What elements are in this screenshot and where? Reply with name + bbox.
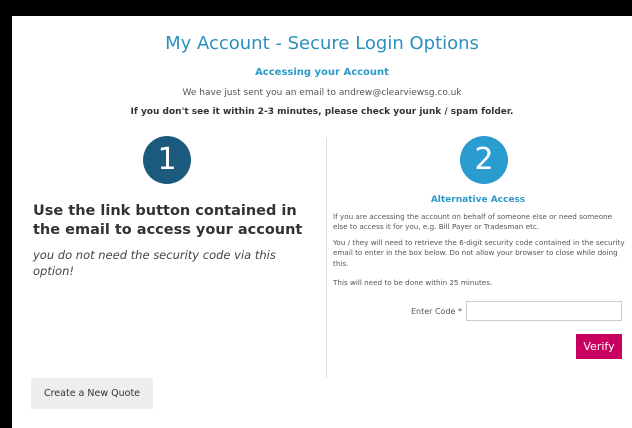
- enter-code-label: Enter Code *: [410, 307, 462, 316]
- column-divider: [326, 138, 327, 378]
- option-one-heading: Use the link button contained in the ema…: [33, 203, 303, 238]
- verify-button[interactable]: Verify: [576, 334, 622, 359]
- alternative-access-paragraph-2: You / they will need to retrieve the 6-d…: [333, 238, 625, 268]
- option-two-number-badge: 2: [460, 136, 508, 184]
- alternative-access-paragraph-3: This will need to be done within 25 minu…: [333, 278, 493, 287]
- option-one-number-badge: 1: [143, 136, 191, 184]
- secure-login-panel: My Account - Secure Login Options Access…: [12, 16, 632, 428]
- create-new-quote-button[interactable]: Create a New Quote: [31, 378, 153, 409]
- junk-folder-message: If you don't see it within 2-3 minutes, …: [130, 107, 514, 117]
- email-sent-message: We have just sent you an email to andrew…: [182, 88, 462, 98]
- accessing-account-subtitle: Accessing your Account: [255, 67, 389, 78]
- option-one-note: you do not need the security code via th…: [33, 248, 276, 278]
- alternative-access-heading: Alternative Access: [430, 195, 526, 205]
- alternative-access-paragraph-1: If you are accessing the account on beha…: [333, 212, 613, 232]
- security-code-input[interactable]: [466, 301, 622, 321]
- page-title: My Account - Secure Login Options: [165, 33, 479, 54]
